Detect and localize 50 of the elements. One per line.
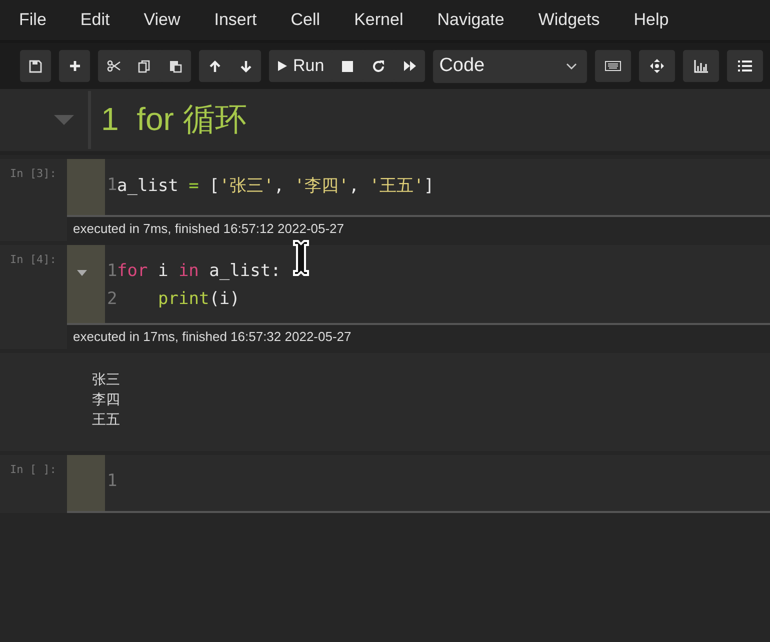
cell-prompt: In [4]:: [9, 252, 58, 268]
menu-item[interactable]: View: [144, 10, 180, 30]
save-button[interactable]: [20, 50, 51, 82]
section-heading: 1 for 循环: [101, 100, 247, 139]
cell-type-dropdown[interactable]: Code: [433, 50, 588, 82]
navigate-button[interactable]: [639, 50, 676, 82]
chevron-down-icon: [566, 62, 578, 70]
list-icon: [738, 60, 752, 72]
line-number: 1: [107, 471, 117, 491]
arrow-down-icon: [240, 60, 252, 72]
list-button[interactable]: [727, 50, 764, 82]
line-number: 1: [107, 261, 117, 281]
paste-icon: [169, 60, 182, 72]
refresh-icon: [372, 60, 386, 72]
menu-item[interactable]: Kernel: [354, 10, 404, 30]
play-icon: [277, 60, 288, 72]
menu-item[interactable]: File: [19, 10, 46, 30]
menu-item[interactable]: Widgets: [538, 10, 600, 30]
output-line: 王五: [92, 410, 121, 429]
keyboard-button[interactable]: [595, 50, 632, 82]
bar-chart-icon: [694, 60, 708, 72]
cell-prompt: In [3]:: [9, 166, 58, 182]
copy-icon: [138, 60, 151, 72]
menu-item[interactable]: Navigate: [437, 10, 504, 30]
arrow-up-icon: [208, 60, 220, 72]
menu-item[interactable]: Cell: [290, 10, 320, 30]
line-number: 2: [107, 289, 117, 309]
stop-icon: [342, 60, 354, 72]
keyboard-icon: [605, 61, 622, 71]
menu-item[interactable]: Edit: [80, 10, 110, 30]
output-line: 张三: [92, 370, 121, 389]
add-button[interactable]: [59, 50, 90, 82]
collapse-triangle-icon[interactable]: [77, 270, 87, 276]
crosshair-icon: [650, 59, 664, 73]
cell-prompt: In [ ]:: [9, 462, 58, 478]
save-icon: [29, 60, 42, 72]
scissors-icon: [106, 60, 120, 72]
code-line: print(i): [157, 289, 240, 309]
menu-item[interactable]: Insert: [214, 10, 257, 30]
plus-icon: [68, 60, 80, 72]
output-line: 李四: [92, 390, 121, 409]
line-number: 1: [107, 175, 117, 195]
execution-time-note: executed in 17ms, finished 16:57:32 2022-05-27: [67, 325, 770, 349]
code-line: a_list = ['张三', '李四', '王五']: [117, 174, 434, 196]
menu-item[interactable]: Help: [634, 10, 669, 30]
text-cursor-icon: [292, 239, 310, 277]
chart-button[interactable]: [683, 50, 720, 82]
code-line: for i in a_list:: [117, 261, 281, 281]
execution-time-note: executed in 7ms, finished 16:57:12 2022-05-27: [67, 217, 770, 241]
fast-forward-icon: [402, 60, 417, 72]
